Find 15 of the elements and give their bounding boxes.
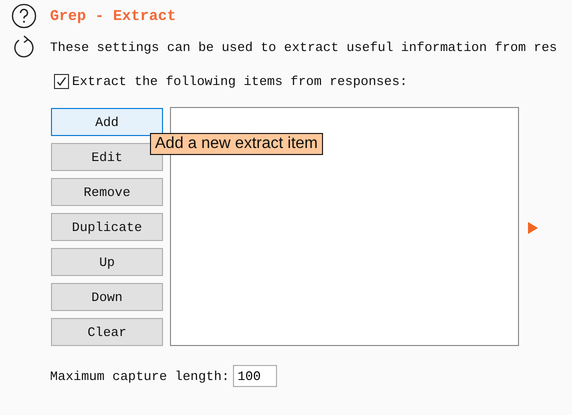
help-icon[interactable] [11,3,37,29]
action-button[interactable]: Clear [51,318,163,346]
action-button[interactable]: Duplicate [51,213,163,241]
extract-checkbox[interactable] [54,74,69,89]
section-title: Grep - Extract [50,8,176,24]
action-button[interactable]: Down [51,283,163,311]
description-text: These settings can be used to extract useful information from res [50,40,558,54]
max-capture-field[interactable]: 100 [233,365,278,387]
tooltip: Add a new extract item [150,133,323,155]
action-button[interactable]: Up [51,248,163,276]
action-button[interactable]: Remove [51,178,163,206]
checkbox-label: Extract the following items from responses: [72,74,408,89]
triangle-icon[interactable] [528,222,538,234]
action-button[interactable]: Add [51,108,163,136]
max-capture-label: Maximum capture length: [50,368,230,384]
